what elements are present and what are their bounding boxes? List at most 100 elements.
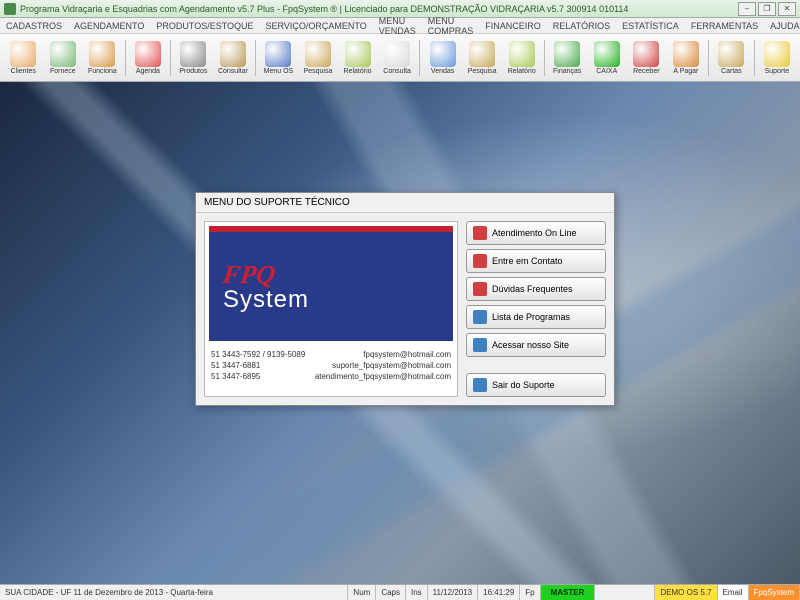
toolbar-vendas[interactable]: Vendas <box>423 36 462 80</box>
status-master: MASTER <box>541 585 596 600</box>
desktop-background: MENU DO SUPORTE TÉCNICO FPQ System 51 34… <box>0 82 800 584</box>
dialog-title: MENU DO SUPORTE TÉCNICO <box>196 193 614 213</box>
toolbar-label: Finanças <box>553 68 581 75</box>
clientes-icon <box>10 41 36 67</box>
menu-ferramentas[interactable]: FERRAMENTAS <box>685 21 764 31</box>
suporte-icon <box>764 41 790 67</box>
menu-ajuda[interactable]: AJUDA <box>764 21 800 31</box>
window-controls: – ❐ ✕ <box>738 2 796 16</box>
toolbar-label: Clientes <box>11 68 36 75</box>
status-fp: Fp <box>520 585 540 600</box>
toolbar-a-pagar[interactable]: A Pagar <box>667 36 706 80</box>
maximize-button[interactable]: ❐ <box>758 2 776 16</box>
toolbar-produtos[interactable]: Produtos <box>174 36 213 80</box>
exit-icon <box>473 378 487 392</box>
a pagar-icon <box>673 41 699 67</box>
support-acessar-nosso-site[interactable]: Acessar nosso Site <box>466 333 606 357</box>
toolbar-menu-os[interactable]: Menu OS <box>259 36 298 80</box>
receber-icon <box>633 41 659 67</box>
exit-support-button[interactable]: Sair do Suporte <box>466 373 606 397</box>
toolbar-separator <box>255 40 256 76</box>
minimize-button[interactable]: – <box>738 2 756 16</box>
status-num: Num <box>348 585 376 600</box>
status-ins: Ins <box>406 585 428 600</box>
toolbar-separator <box>170 40 171 76</box>
toolbar-label: Vendas <box>431 68 454 75</box>
status-demo: DEMO OS 5.7 <box>655 585 717 600</box>
toolbar-consulta[interactable]: Consulta <box>378 36 417 80</box>
toolbar-label: Menu OS <box>264 68 294 75</box>
toolbar-relatório[interactable]: Relatório <box>502 36 541 80</box>
support-atendimento-on-line[interactable]: Atendimento On Line <box>466 221 606 245</box>
support-lista-de-programas[interactable]: Lista de Programas <box>466 305 606 329</box>
toolbar-label: Consultar <box>218 68 248 75</box>
toolbar-label: Suporte <box>765 68 790 75</box>
dialog-left-panel: FPQ System 51 3443-7592 / 9139-5089 fpqs… <box>204 221 458 397</box>
toolbar-agenda[interactable]: Agenda <box>129 36 168 80</box>
toolbar-separator <box>754 40 755 76</box>
support-icon <box>473 254 487 268</box>
logo-fpq: FPQ <box>221 260 455 290</box>
dialog-right-panel: Atendimento On Line Entre em Contato Dúvid… <box>466 221 606 397</box>
menu-estatistica[interactable]: ESTATÍSTICA <box>616 21 685 31</box>
consulta-icon <box>384 41 410 67</box>
dialog-body: FPQ System 51 3443-7592 / 9139-5089 fpqs… <box>196 213 614 405</box>
pesquisa-icon <box>305 41 331 67</box>
toolbar-cartas[interactable]: Cartas <box>712 36 751 80</box>
toolbar-clientes[interactable]: Clientes <box>4 36 43 80</box>
close-button[interactable]: ✕ <box>778 2 796 16</box>
contact-row: 51 3447-6881 suporte_fpqsystem@hotmail.c… <box>209 360 453 371</box>
toolbar-label: Cartas <box>721 68 742 75</box>
toolbar-consultar[interactable]: Consultar <box>214 36 253 80</box>
cartas-icon <box>718 41 744 67</box>
toolbar-label: Funciona <box>88 68 117 75</box>
statusbar: SUA CIDADE - UF 11 de Dezembro de 2013 -… <box>0 584 800 600</box>
menu-vendas[interactable]: MENU VENDAS <box>373 16 422 36</box>
toolbar-receber[interactable]: Receber <box>627 36 666 80</box>
vendas-icon <box>430 41 456 67</box>
menubar: CADASTROS AGENDAMENTO PRODUTOS/ESTOQUE S… <box>0 18 800 34</box>
toolbar-label: Receber <box>633 68 659 75</box>
menu os-icon <box>265 41 291 67</box>
contact-info: 51 3443-7592 / 9139-5089 fpqsystem@hotma… <box>209 349 453 382</box>
menu-agendamento[interactable]: AGENDAMENTO <box>68 21 150 31</box>
contact-row: 51 3447-6895 atendimento_fpqsystem@hotma… <box>209 371 453 382</box>
caixa-icon <box>594 41 620 67</box>
status-email-btn[interactable]: Email <box>718 585 749 600</box>
support-dúvidas-frequentes[interactable]: Dúvidas Frequentes <box>466 277 606 301</box>
menu-financeiro[interactable]: FINANCEIRO <box>479 21 547 31</box>
toolbar-relatório[interactable]: Relatório <box>338 36 377 80</box>
status-caps: Caps <box>376 585 406 600</box>
status-location: SUA CIDADE - UF 11 de Dezembro de 2013 -… <box>0 585 348 600</box>
toolbar-fornece[interactable]: Fornece <box>44 36 83 80</box>
support-dialog: MENU DO SUPORTE TÉCNICO FPQ System 51 34… <box>195 192 615 406</box>
toolbar-label: A Pagar <box>673 68 698 75</box>
toolbar-funciona[interactable]: Funciona <box>83 36 122 80</box>
status-spacer <box>595 585 655 600</box>
toolbar-label: Fornece <box>50 68 76 75</box>
toolbar-pesquisa[interactable]: Pesquisa <box>463 36 502 80</box>
status-date: 11/12/2013 <box>428 585 478 600</box>
support-entre-em-contato[interactable]: Entre em Contato <box>466 249 606 273</box>
toolbar-finanças[interactable]: Finanças <box>548 36 587 80</box>
toolbar: Clientes Fornece Funciona AgendaProdutos Con… <box>0 34 800 82</box>
menu-servico-orcamento[interactable]: SERVIÇO/ORÇAMENTO <box>260 21 373 31</box>
support-icon <box>473 226 487 240</box>
toolbar-caixa[interactable]: CAIXA <box>587 36 626 80</box>
status-time: 16:41:29 <box>478 585 520 600</box>
toolbar-suporte[interactable]: Suporte <box>758 36 797 80</box>
menu-relatorios[interactable]: RELATÓRIOS <box>547 21 616 31</box>
toolbar-pesquisa[interactable]: Pesquisa <box>299 36 338 80</box>
toolbar-label: Consulta <box>383 68 411 75</box>
menu-cadastros[interactable]: CADASTROS <box>0 21 68 31</box>
logo-box: FPQ System <box>209 226 453 341</box>
toolbar-separator <box>708 40 709 76</box>
toolbar-label: CAIXA <box>596 68 617 75</box>
toolbar-label: Relatório <box>508 68 536 75</box>
support-icon <box>473 338 487 352</box>
relatório-icon <box>509 41 535 67</box>
menu-compras[interactable]: MENU COMPRAS <box>422 16 480 36</box>
status-brand[interactable]: FpqSystem <box>749 585 800 600</box>
fornece-icon <box>50 41 76 67</box>
menu-produtos-estoque[interactable]: PRODUTOS/ESTOQUE <box>150 21 259 31</box>
